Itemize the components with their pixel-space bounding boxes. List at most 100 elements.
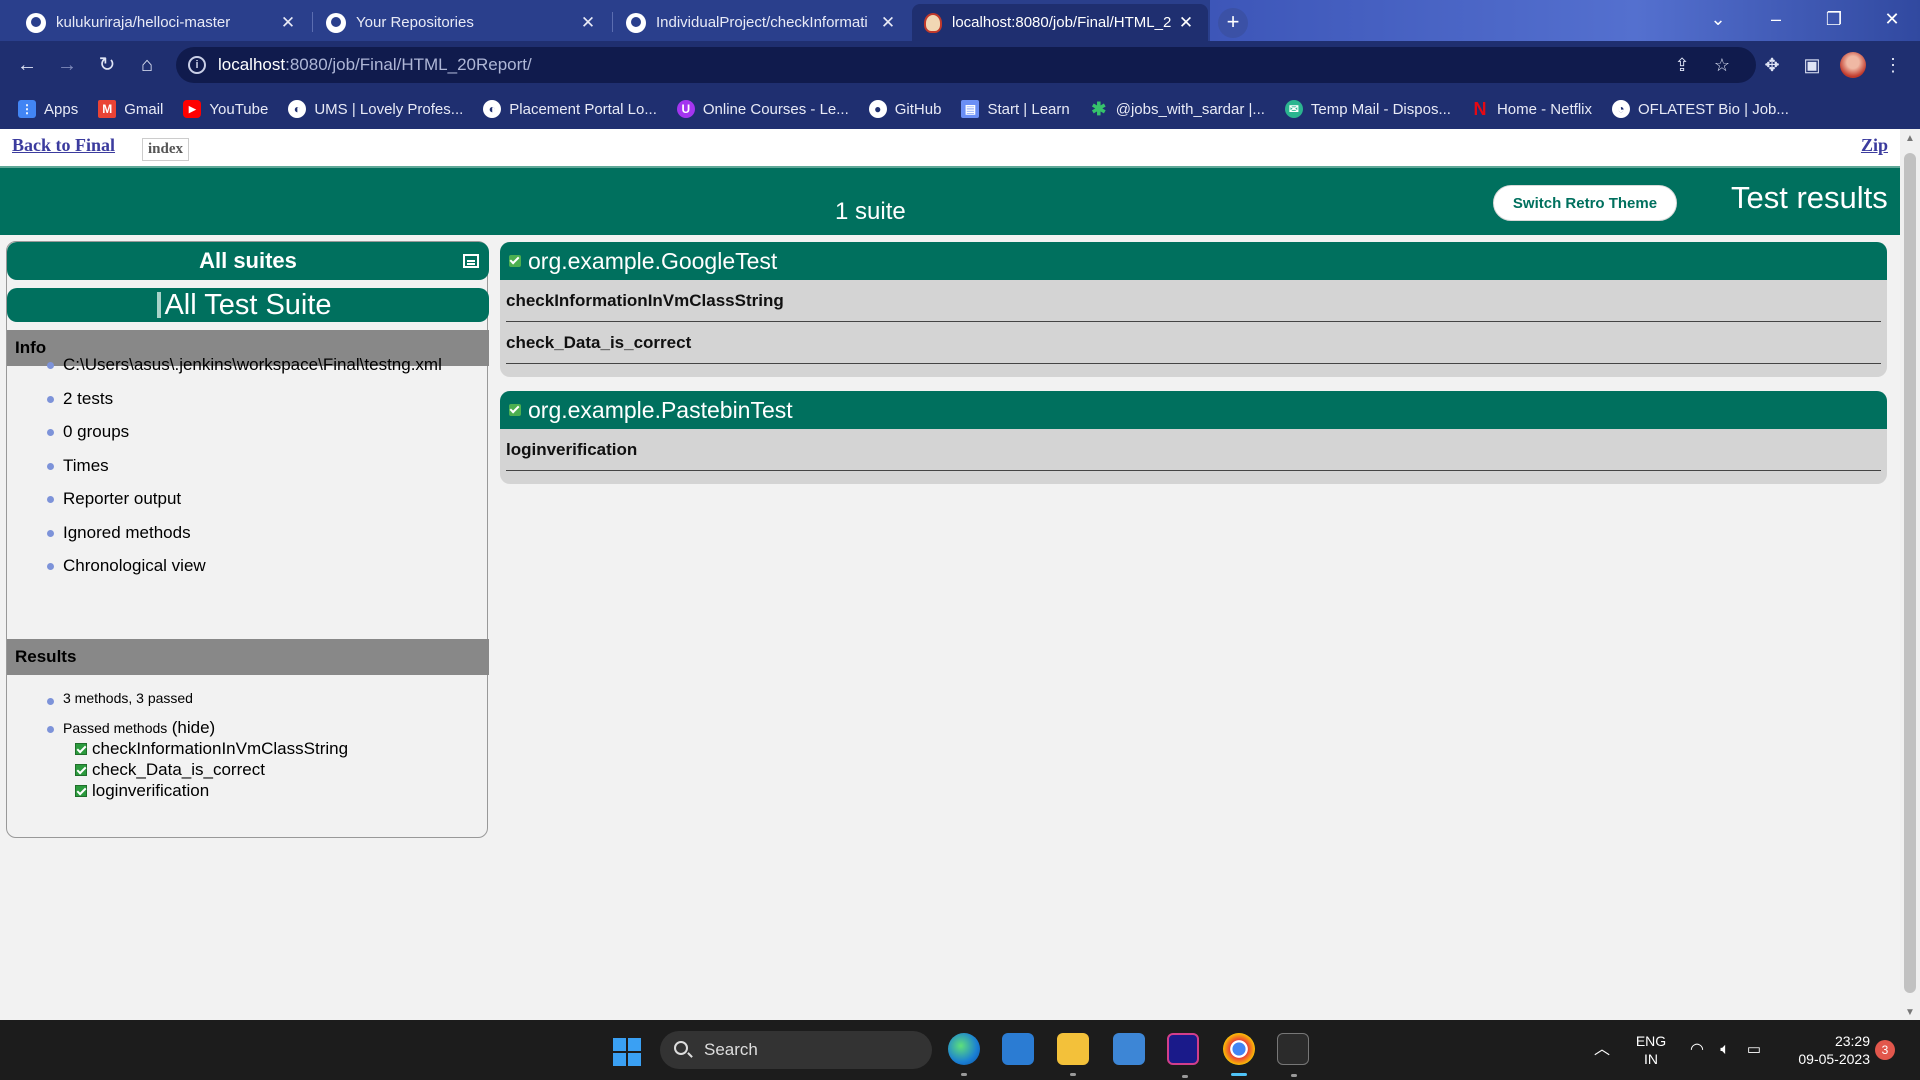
share-icon[interactable]: ⇪ xyxy=(1670,53,1694,77)
collapse-icon[interactable] xyxy=(463,254,479,268)
side-panel-icon[interactable]: ▣ xyxy=(1797,50,1827,80)
chronological-view-link[interactable]: Chronological view xyxy=(37,549,442,583)
all-suites-header[interactable]: All suites xyxy=(7,242,489,280)
method-row[interactable]: loginverification xyxy=(506,429,1881,471)
back-arrow-icon[interactable]: ← xyxy=(12,50,42,80)
suite-name-header[interactable]: All Test Suite xyxy=(7,288,489,322)
back-to-final-link[interactable]: Back to Final xyxy=(12,135,115,156)
bookmark-gmail[interactable]: M Gmail xyxy=(98,100,163,118)
volume-icon[interactable]: 🔈︎ xyxy=(1714,1020,1736,1080)
tab-individual-project[interactable]: IndividualProject/checkInformati ✕ xyxy=(614,4,910,41)
chevron-up-icon[interactable]: ︿ xyxy=(1592,1020,1612,1080)
wifi-icon[interactable]: ◠ xyxy=(1686,1020,1708,1080)
file-explorer-icon[interactable] xyxy=(1057,1033,1089,1076)
minimize-button[interactable]: – xyxy=(1748,0,1804,41)
passed-check-icon xyxy=(509,255,521,267)
report-topline: Back to Final index Zip xyxy=(0,129,1900,166)
youtube-icon: ▶ xyxy=(183,100,202,118)
scroll-up-icon[interactable]: ▲ xyxy=(1900,133,1920,144)
notification-badge[interactable]: 3 xyxy=(1875,1040,1895,1060)
close-icon[interactable]: ✕ xyxy=(1176,13,1196,33)
scroll-thumb[interactable] xyxy=(1904,153,1916,993)
passed-method[interactable]: checkInformationInVmClassString xyxy=(75,738,348,759)
bookmark-youtube[interactable]: ▶ YouTube xyxy=(183,100,268,118)
github-icon xyxy=(626,12,646,33)
battery-icon[interactable]: ▭ xyxy=(1742,1020,1766,1080)
class-header[interactable]: org.example.PastebinTest xyxy=(500,391,1887,429)
hide-link[interactable]: (hide) xyxy=(172,718,215,737)
switch-retro-theme-button[interactable]: Switch Retro Theme xyxy=(1493,185,1677,221)
language-primary: ENG xyxy=(1635,1033,1667,1049)
taskbar-search[interactable]: Search xyxy=(660,1031,932,1069)
bookmark-temp-mail[interactable]: ✉ Temp Mail - Dispos... xyxy=(1284,100,1451,118)
terminal-icon[interactable] xyxy=(1277,1033,1309,1077)
bookmark-github[interactable]: ● GitHub xyxy=(868,100,941,118)
intellij-icon[interactable] xyxy=(1167,1033,1199,1078)
bookmark-label: @jobs_with_sardar |... xyxy=(1115,100,1265,118)
zip-link[interactable]: Zip xyxy=(1861,135,1888,156)
tab-separator xyxy=(612,12,613,32)
bookmark-netflix[interactable]: N Home - Netflix xyxy=(1471,100,1592,118)
bookmark-placement-portal[interactable]: ◐ Placement Portal Lo... xyxy=(483,100,657,118)
results-heading: Results xyxy=(7,639,489,675)
scroll-down-icon[interactable]: ▼ xyxy=(1900,1007,1920,1018)
apps-grid-icon: ⋮ xyxy=(18,100,36,118)
site-info-icon[interactable]: i xyxy=(188,56,206,74)
vertical-scrollbar[interactable]: ▲ ▼ xyxy=(1900,129,1920,1020)
profile-avatar[interactable] xyxy=(1840,52,1866,78)
suite-marker xyxy=(157,292,161,318)
method-row[interactable]: checkInformationInVmClassString xyxy=(506,280,1881,322)
passed-method[interactable]: check_Data_is_correct xyxy=(75,759,348,780)
testng-xml-link[interactable]: C:\Users\asus\.jenkins\workspace\Final\t… xyxy=(37,348,442,382)
reporter-output-link[interactable]: Reporter output xyxy=(37,482,442,516)
ignored-methods-link[interactable]: Ignored methods xyxy=(37,516,442,550)
passed-method[interactable]: loginverification xyxy=(75,780,348,801)
class-header[interactable]: org.example.GoogleTest xyxy=(500,242,1887,280)
times-link[interactable]: Times xyxy=(37,449,442,483)
chrome-icon[interactable] xyxy=(1223,1033,1255,1076)
bookmark-label: Temp Mail - Dispos... xyxy=(1310,100,1451,118)
tab-jenkins-report[interactable]: localhost:8080/job/Final/HTML_2 ✕ xyxy=(912,4,1208,41)
index-tab[interactable]: index xyxy=(142,138,190,161)
notepad-icon[interactable] xyxy=(1113,1033,1145,1065)
clock[interactable]: 23:29 09-05-2023 xyxy=(1782,1020,1870,1080)
close-icon[interactable]: ✕ xyxy=(278,13,298,33)
bookmark-apps[interactable]: ⋮ Apps xyxy=(18,100,78,118)
all-suites-label: All suites xyxy=(199,248,297,273)
new-tab-button[interactable]: + xyxy=(1218,8,1248,38)
groups-link[interactable]: 0 groups xyxy=(37,415,442,449)
tests-link[interactable]: 2 tests xyxy=(37,382,442,416)
extensions-icon[interactable]: ✥ xyxy=(1757,50,1787,80)
bookmark-label: Online Courses - Le... xyxy=(702,100,849,118)
tab-search-chevron-icon[interactable]: ⌄ xyxy=(1690,0,1746,41)
forward-arrow-icon[interactable]: → xyxy=(52,50,82,80)
tab-title: IndividualProject/checkInformati xyxy=(656,14,868,31)
methods-summary-item: 3 methods, 3 passed xyxy=(37,690,348,708)
mail-icon[interactable] xyxy=(1002,1033,1034,1065)
bookmark-label: Start | Learn xyxy=(987,100,1070,118)
close-icon[interactable]: ✕ xyxy=(878,13,898,33)
home-icon[interactable]: ⌂ xyxy=(132,50,162,80)
close-window-button[interactable]: ✕ xyxy=(1864,0,1920,41)
windows-start-icon[interactable] xyxy=(613,1038,641,1066)
class-name: org.example.GoogleTest xyxy=(528,248,778,274)
bookmark-start-learn[interactable]: ▤ Start | Learn xyxy=(961,100,1070,118)
search-icon xyxy=(674,1041,688,1055)
bookmark-star-icon[interactable]: ☆ xyxy=(1710,53,1734,77)
tab-repositories[interactable]: Your Repositories ✕ xyxy=(314,4,610,41)
bookmark-jobs-with-sardar[interactable]: ✱ @jobs_with_sardar |... xyxy=(1090,100,1265,118)
jenkins-icon xyxy=(924,12,942,33)
close-icon[interactable]: ✕ xyxy=(578,13,598,33)
url-text[interactable]: localhost:8080/job/Final/HTML_20Report/ xyxy=(218,55,532,75)
bookmark-ums[interactable]: ◐ UMS | Lovely Profes... xyxy=(288,100,463,118)
tab-helloci[interactable]: kulukuriraja/helloci-master ✕ xyxy=(14,4,310,41)
restore-button[interactable]: ❐ xyxy=(1806,0,1862,41)
edge-icon[interactable] xyxy=(948,1033,980,1076)
method-row[interactable]: check_Data_is_correct xyxy=(506,322,1881,364)
menu-kebab-icon[interactable]: ⋮ xyxy=(1878,50,1908,80)
reload-icon[interactable]: ↻ xyxy=(92,50,122,80)
address-bar[interactable]: i localhost:8080/job/Final/HTML_20Report… xyxy=(176,47,1756,83)
bookmark-online-courses[interactable]: U Online Courses - Le... xyxy=(676,100,849,118)
language-indicator[interactable]: ENG IN xyxy=(1628,1020,1674,1080)
bookmark-oflatest[interactable]: ◔ OFLATEST Bio | Job... xyxy=(1612,100,1789,118)
